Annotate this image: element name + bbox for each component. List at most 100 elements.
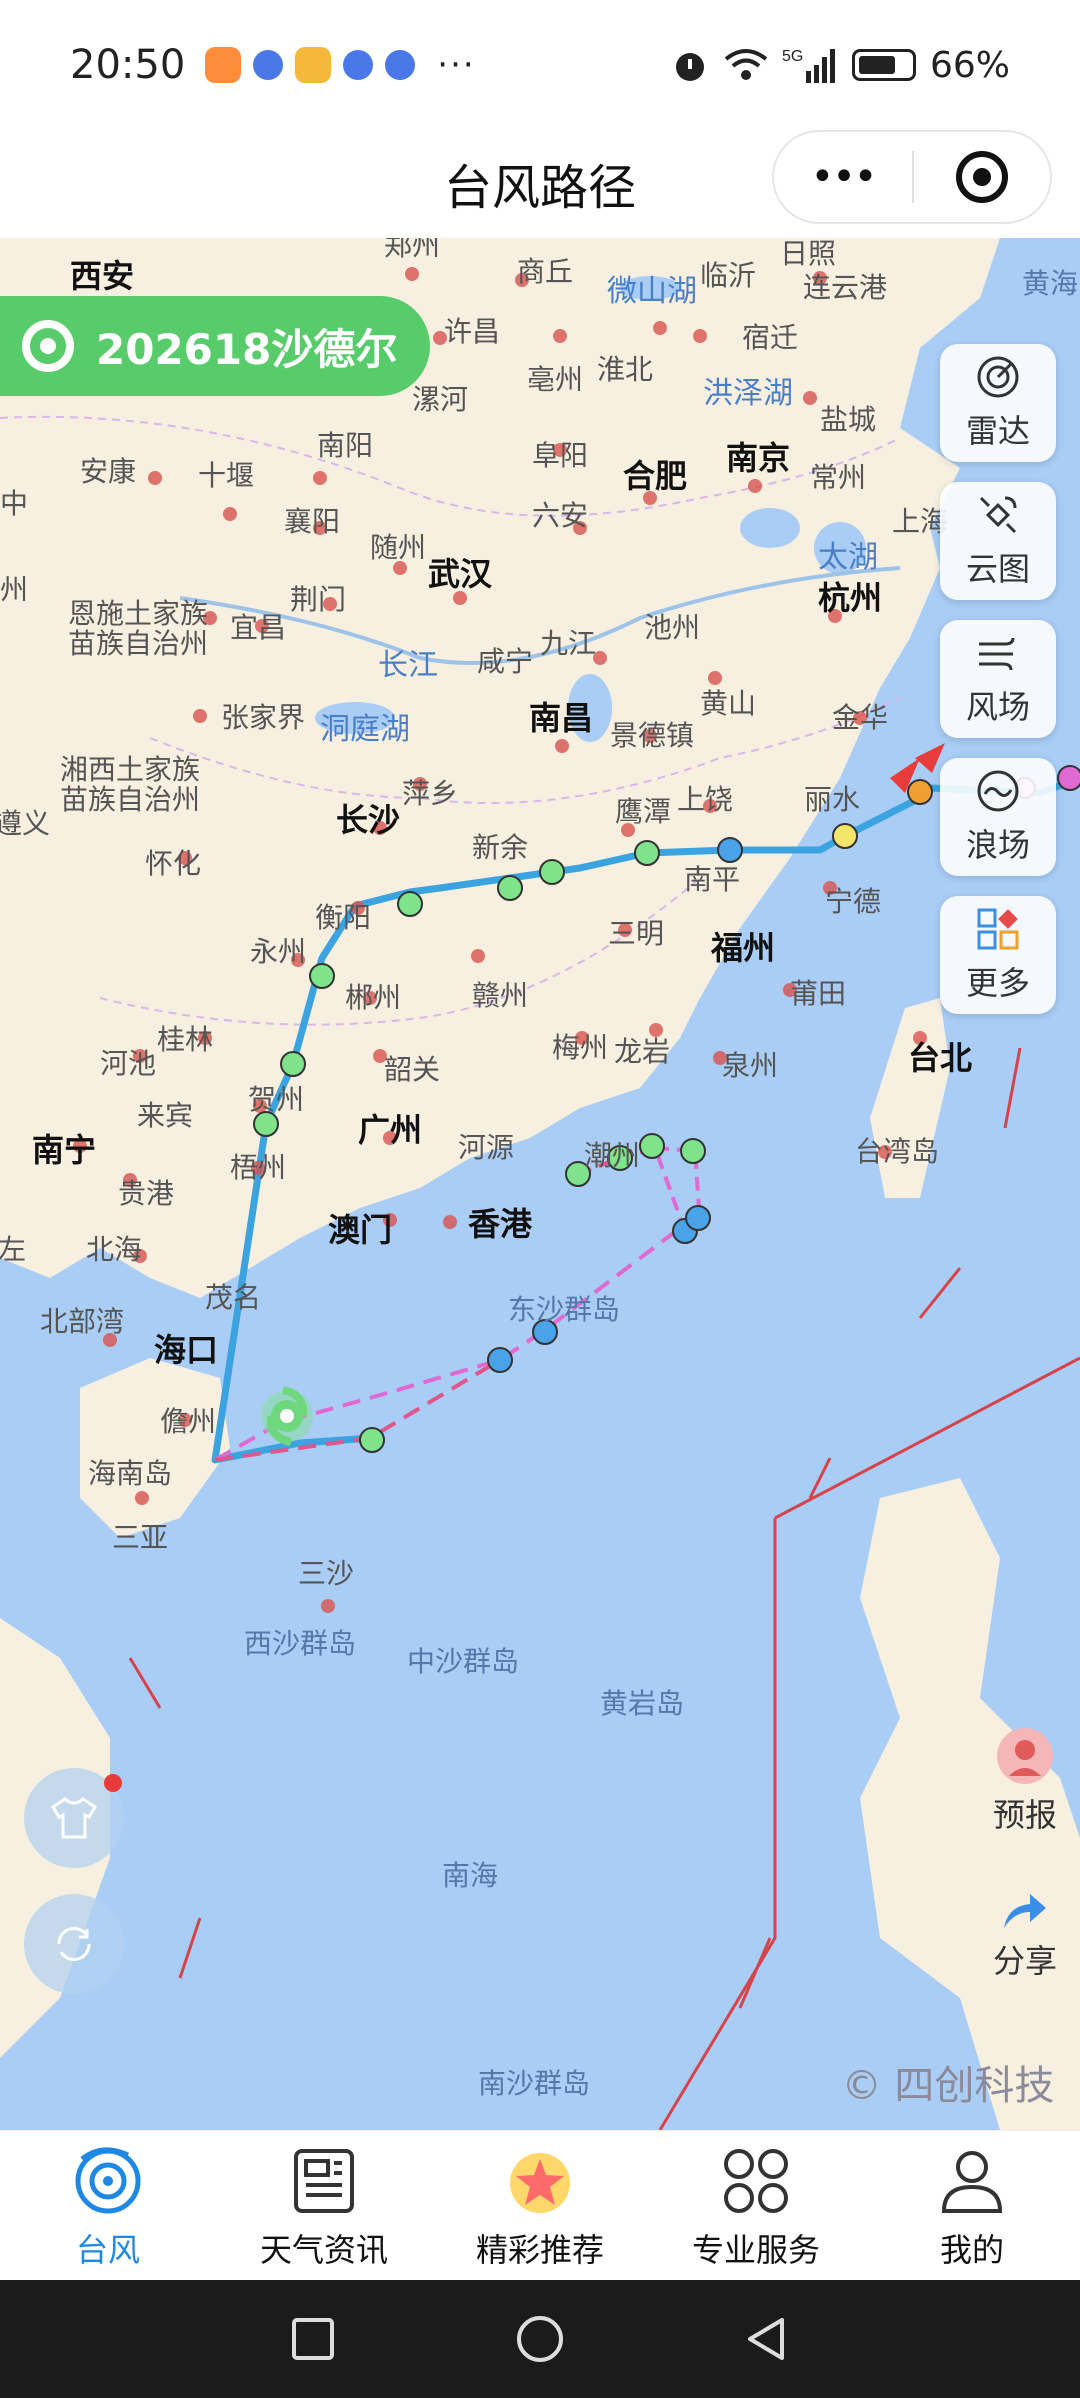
place-label: 九江 [539,627,597,660]
battery-icon [851,49,916,81]
place-label: 龙岩 [613,1035,671,1068]
place-label: 三亚 [111,1521,169,1554]
place-label: 韶关 [383,1053,441,1086]
place-label: 海南岛 [87,1457,173,1490]
news-icon [284,2141,364,2221]
share-button[interactable]: 分享 [970,1870,1080,2000]
tab-profile[interactable]: 我的 [864,2131,1080,2280]
recents-button[interactable] [283,2309,343,2369]
tab-label: 我的 [939,2230,1004,2269]
place-label: 郑州 [383,238,441,262]
place-label: 北海 [85,1233,143,1266]
place-label: 萍乡 [401,777,459,810]
tab-typhoon[interactable]: 台风 [0,2131,216,2280]
satellite-button[interactable]: 云图 [940,482,1056,600]
tab-label: 专业服务 [691,2230,820,2269]
place-label: 太湖 [818,540,878,575]
place-label: 三沙 [297,1557,355,1590]
wave-field-label: 浪场 [965,826,1030,864]
star-icon [500,2141,580,2221]
weibo-icon [295,47,332,83]
place-label: 宿迁 [741,321,799,354]
notification-dot [104,1774,122,1792]
place-label: 合肥 [622,457,688,495]
map-copyright: © 四创科技 [841,2063,1055,2109]
place-label: 台湾岛 [854,1135,940,1168]
place-label: 贺州 [247,1083,305,1116]
forecast-button[interactable]: 预报 [970,1716,1080,1846]
place-label: 来宾 [136,1099,194,1132]
place-label: 莆田 [789,977,847,1010]
place-label: 潮州 [583,1139,641,1172]
place-label: 南京 [725,439,791,477]
more-tools-button[interactable]: 更多 [940,896,1056,1014]
place-label: 荆门 [289,583,347,616]
back-button[interactable] [737,2309,797,2369]
place-label: 盐城 [819,403,877,436]
blue-app-icon [253,50,284,80]
place-label: 南沙群岛 [477,2067,591,2100]
place-label: 广州 [357,1111,423,1149]
place-label: 临沂 [699,259,757,292]
place-label: 杭州 [817,579,883,617]
place-label: 苗族自治州 [59,783,201,816]
svg-text:5G: 5G [782,48,803,65]
place-label: 中 [0,487,29,520]
wave-icon [975,768,1021,814]
wind-field-label: 风场 [965,688,1030,726]
place-label: 长江 [378,648,438,683]
tab-weather-news[interactable]: 天气资讯 [216,2131,432,2280]
place-label: 咸宁 [476,645,534,678]
place-label: 桂林 [156,1023,214,1056]
typhoon-swirl-icon [22,320,74,372]
more-notifications-icon: ··· [437,45,476,85]
place-label: 丽水 [803,783,861,816]
place-label: 北部湾 [39,1305,125,1338]
tab-label: 精彩推荐 [475,2230,604,2269]
system-nav-bar [0,2280,1080,2398]
place-label: 贵港 [117,1177,175,1210]
battery-level: 66% [929,44,1010,86]
typhoon-map[interactable]: 西安 郑州 商丘 临沂 日照 连云港 黄海 许昌 微山湖 宿迁 亳州 淮北 洪泽… [0,238,1080,2130]
place-label: 茂名 [204,1281,262,1314]
place-label: 黄岩岛 [599,1687,685,1720]
satellite-icon [975,492,1021,538]
wind-field-button[interactable]: 风场 [940,620,1056,738]
title-bar: 台风路径 ••• [0,130,1080,238]
share-label: 分享 [992,1942,1057,1980]
tab-featured[interactable]: 精彩推荐 [432,2131,648,2280]
place-label: 淮北 [596,353,654,386]
grid-icon [975,906,1021,952]
alarm-icon [675,53,704,81]
blue-app-icon [385,50,416,80]
circle-icon [516,2316,563,2362]
forecast-label: 预报 [992,1796,1057,1834]
place-label: 南宁 [31,1131,97,1169]
tshirt-icon [50,1797,98,1839]
refresh-button[interactable] [24,1894,124,1994]
place-label: 苗族自治州 [67,627,209,660]
place-label: 阜阳 [531,439,589,472]
blue-app-icon [343,50,374,80]
place-label: 南海 [441,1859,499,1892]
place-label: 河源 [457,1131,515,1164]
tab-pro-service[interactable]: 专业服务 [648,2131,864,2280]
wave-field-button[interactable]: 浪场 [940,758,1056,876]
place-label: 商丘 [516,255,574,288]
service-icon [716,2141,796,2221]
place-label: 上饶 [676,783,734,816]
place-label: 梧州 [229,1151,287,1184]
place-label: 永州 [249,935,307,968]
heart-app-icon [205,47,242,83]
place-label: 儋州 [159,1405,217,1438]
more-tools-label: 更多 [965,964,1030,1002]
storm-name-chip[interactable]: 202618沙德尔 [0,296,430,396]
place-label: 东沙群岛 [507,1293,621,1326]
more-menu-button[interactable]: ••• [774,154,912,200]
radar-button[interactable]: 雷达 [940,344,1056,462]
close-miniprogram-button[interactable] [914,151,1050,203]
place-label: 海口 [153,1331,219,1369]
status-app-icons: ··· [205,45,475,85]
place-label: 台北 [907,1039,973,1077]
home-button[interactable] [510,2309,570,2369]
